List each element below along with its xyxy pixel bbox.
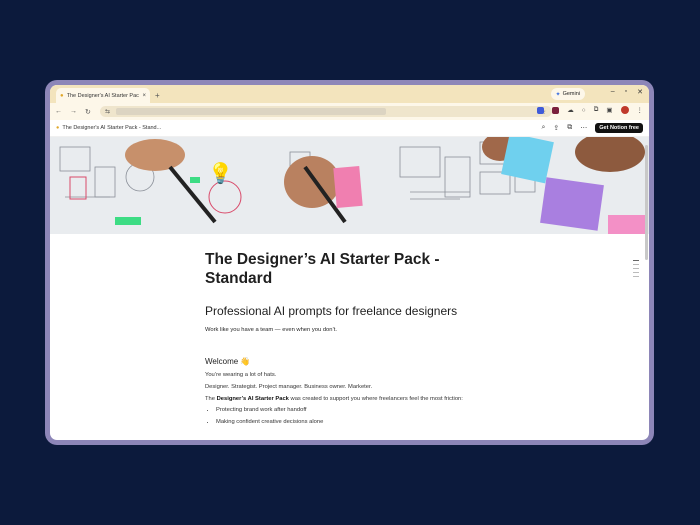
browser-window: ● The Designer's AI Starter Pack × + ✦ G… xyxy=(50,85,649,440)
extension-icon[interactable] xyxy=(552,106,560,114)
toc-line[interactable] xyxy=(633,264,639,265)
restore-icon[interactable]: ▫ xyxy=(625,88,627,96)
shield-icon[interactable]: ○ xyxy=(582,107,586,114)
gemini-label: Gemini xyxy=(562,91,580,97)
sidepanel-icon[interactable]: ▣ xyxy=(606,106,612,114)
minimize-icon[interactable]: – xyxy=(611,88,615,96)
list-item: Protecting brand work after handoff xyxy=(216,407,495,413)
share-icon[interactable]: ⇪ xyxy=(553,124,559,132)
page-title: The Designer’s AI Starter Pack - Standar… xyxy=(205,251,440,287)
list-item: Making confident creative decisions alon… xyxy=(216,419,495,425)
bullet-list: Protecting brand work after handoff Maki… xyxy=(205,407,495,425)
back-icon[interactable]: ← xyxy=(55,108,62,115)
menu-icon[interactable]: ⋮ xyxy=(637,106,644,114)
headline: Professional AI prompts for freelance de… xyxy=(205,304,458,318)
notion-actions: ⌕ ⇪ ⧉ ⋯ Get Notion free xyxy=(541,123,643,133)
avatar[interactable] xyxy=(620,106,629,114)
toc-line[interactable] xyxy=(633,272,639,273)
breadcrumb[interactable]: ● The Designer's AI Starter Pack - Stand… xyxy=(56,125,161,131)
extensions-area: ☁ ○ ⧉ ▣ ⋮ xyxy=(537,106,643,114)
window-controls: – ▫ ✕ xyxy=(611,88,643,96)
puzzle-icon[interactable]: ⧉ xyxy=(594,106,599,114)
tab-title: The Designer's AI Starter Pack xyxy=(66,92,140,99)
new-tab-button[interactable]: + xyxy=(155,91,160,100)
address-bar[interactable]: ⇆ ☆ xyxy=(100,106,552,117)
paragraph-text: The xyxy=(205,396,217,402)
gemini-button[interactable]: ✦ Gemini xyxy=(550,88,585,100)
more-icon[interactable]: ⋯ xyxy=(580,124,587,132)
paragraph-text: was created to support you where freelan… xyxy=(288,396,463,402)
paragraph: The Designer’s AI Starter Pack was creat… xyxy=(205,396,495,402)
search-icon[interactable]: ⌕ xyxy=(541,124,545,132)
page-icon[interactable]: 💡 xyxy=(208,161,233,186)
close-window-icon[interactable]: ✕ xyxy=(637,88,643,96)
sparkle-icon: ✦ xyxy=(555,91,561,98)
scrollbar[interactable] xyxy=(645,145,648,260)
cover-image xyxy=(50,137,649,234)
forward-icon[interactable]: → xyxy=(70,108,77,115)
duplicate-icon[interactable]: ⧉ xyxy=(567,124,572,132)
paragraph: You’re wearing a lot of hats. xyxy=(205,372,277,378)
url-field[interactable] xyxy=(116,108,387,115)
breadcrumb-label: The Designer's AI Starter Pack - Stand..… xyxy=(62,125,162,131)
tagline: Work like you have a team — even when yo… xyxy=(205,327,338,333)
lightbulb-icon: ● xyxy=(56,125,60,131)
reload-icon[interactable]: ↻ xyxy=(85,108,91,116)
extension-icon[interactable] xyxy=(537,106,545,114)
paragraph: Designer. Strategist. Project manager. B… xyxy=(205,384,373,390)
lightbulb-icon: ● xyxy=(60,92,64,99)
toc-line[interactable] xyxy=(633,268,639,269)
table-of-contents[interactable] xyxy=(633,260,639,277)
notion-topbar: ● The Designer's AI Starter Pack - Stand… xyxy=(50,120,649,137)
product-name: Designer’s AI Starter Pack xyxy=(216,396,289,402)
cloud-icon[interactable]: ☁ xyxy=(567,106,574,114)
site-settings-icon[interactable]: ⇆ xyxy=(105,108,110,115)
close-icon[interactable]: × xyxy=(142,93,146,99)
cover-illustration xyxy=(50,137,649,234)
browser-toolbar: ← → ↻ ⇆ ☆ ☁ ○ ⧉ ▣ ⋮ xyxy=(50,103,649,120)
tab-strip: ● The Designer's AI Starter Pack × + ✦ G… xyxy=(50,85,649,103)
toc-line[interactable] xyxy=(633,276,639,277)
page-content: The Designer’s AI Starter Pack - Standar… xyxy=(205,250,495,431)
welcome-heading: Welcome 👋 xyxy=(205,357,251,366)
toc-line[interactable] xyxy=(633,260,639,261)
get-notion-button[interactable]: Get Notion free xyxy=(595,123,643,133)
device-frame: ● The Designer's AI Starter Pack × + ✦ G… xyxy=(45,80,654,445)
browser-tab[interactable]: ● The Designer's AI Starter Pack × xyxy=(56,88,150,103)
